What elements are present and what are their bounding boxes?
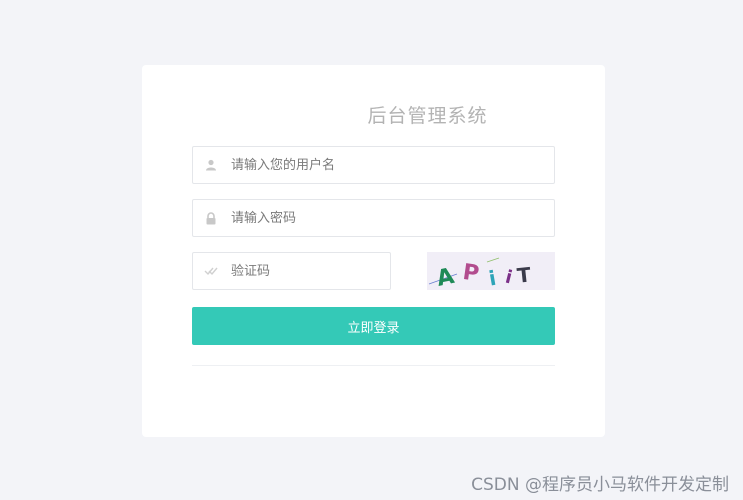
lock-icon xyxy=(193,200,229,236)
username-input[interactable] xyxy=(229,147,554,183)
username-field[interactable] xyxy=(192,146,555,184)
svg-text:i: i xyxy=(487,266,498,290)
svg-text:A: A xyxy=(435,264,457,290)
page-title: 后台管理系统 xyxy=(367,105,488,127)
password-input[interactable] xyxy=(229,200,554,236)
captcha-input[interactable] xyxy=(229,253,390,289)
check-icon xyxy=(193,253,229,289)
login-button[interactable]: 立即登录 xyxy=(192,307,555,345)
svg-text:P: P xyxy=(461,260,480,287)
watermark: CSDN @程序员小马软件开发定制 xyxy=(471,475,729,495)
captcha-field[interactable] xyxy=(192,252,391,290)
svg-text:i: i xyxy=(503,267,514,289)
svg-text:T: T xyxy=(516,262,532,287)
login-card: 后台管理系统 A P xyxy=(142,65,605,437)
divider xyxy=(192,365,555,366)
password-field[interactable] xyxy=(192,199,555,237)
user-icon xyxy=(193,147,229,183)
captcha-image[interactable]: A P i i T xyxy=(427,252,555,292)
